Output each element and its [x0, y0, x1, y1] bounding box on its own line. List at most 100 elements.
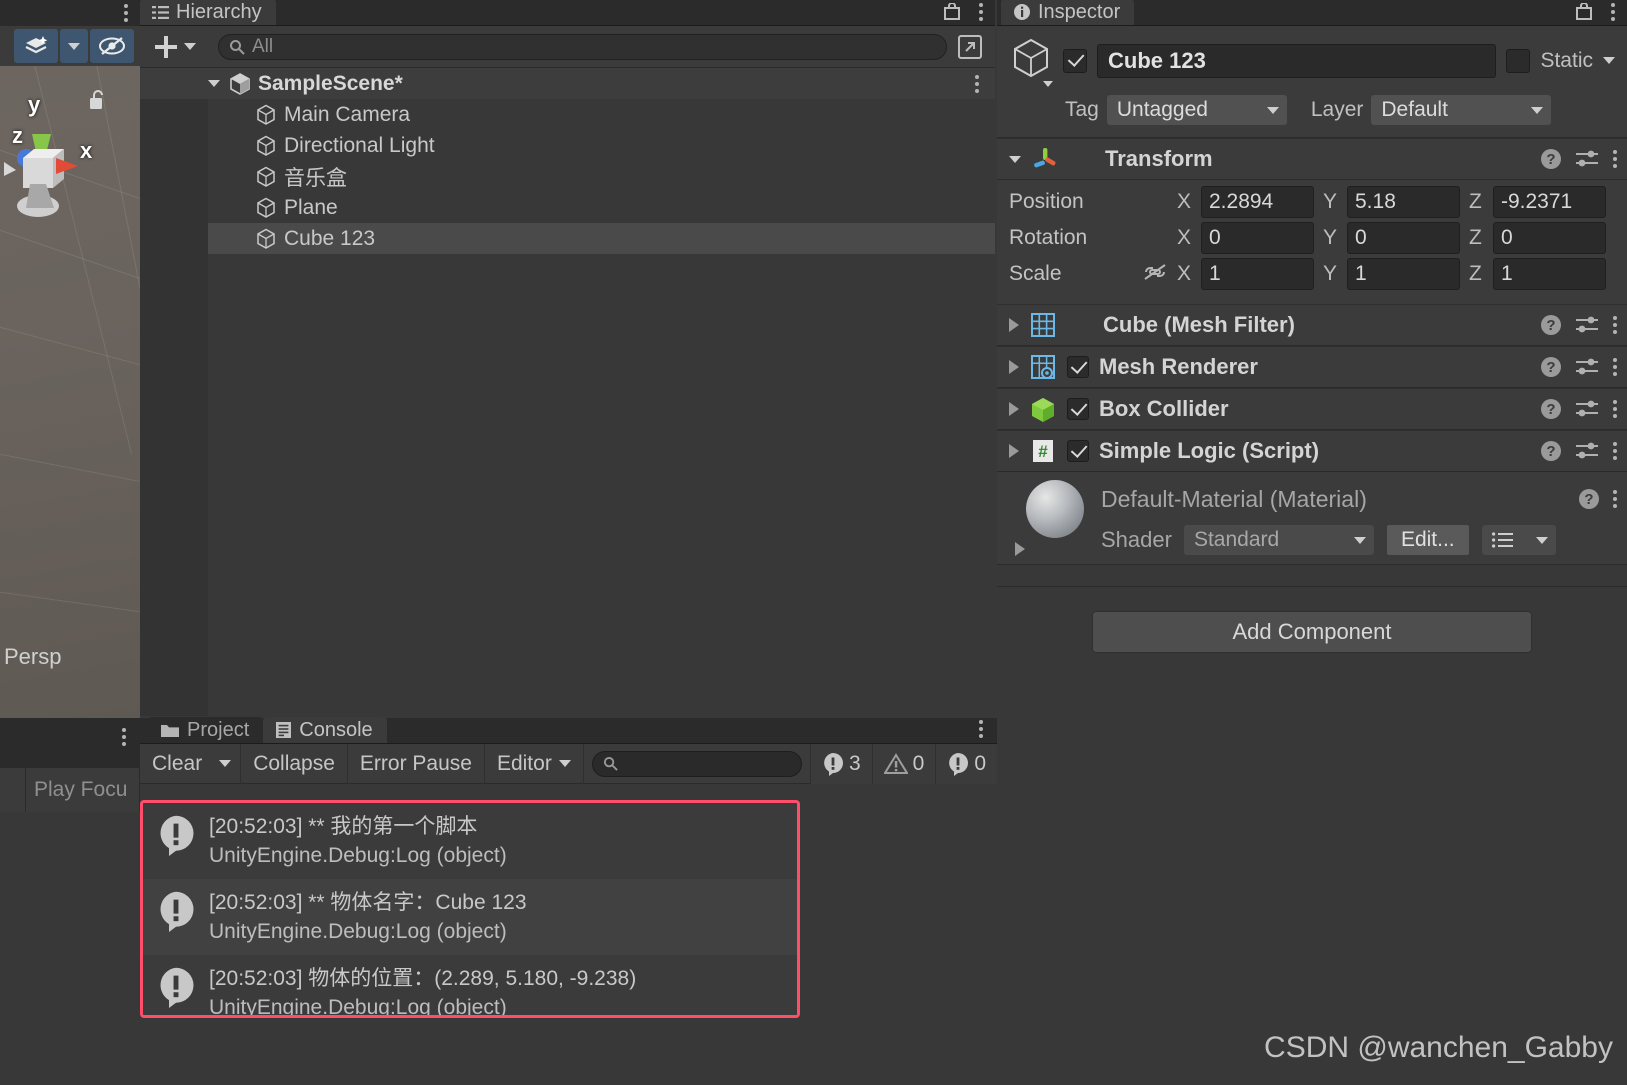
- console-clear-dropdown-caret-icon[interactable]: [210, 743, 242, 784]
- scale-y-input[interactable]: 1: [1347, 258, 1460, 290]
- scene-view-kebab-icon[interactable]: [124, 4, 128, 22]
- hierarchy-search-input[interactable]: All: [218, 33, 947, 60]
- hierarchy-item-music-box[interactable]: 音乐盒: [140, 161, 995, 192]
- mesh-filter-foldout-triangle-icon[interactable]: [1009, 318, 1019, 332]
- layer-dropdown[interactable]: Default: [1371, 95, 1552, 125]
- material-preset-dropdown[interactable]: [1481, 525, 1556, 555]
- scale-x-input[interactable]: 1: [1201, 258, 1314, 290]
- console-log-entry[interactable]: [20:52:03] ** 物体名字：Cube 123 UnityEngine.…: [143, 879, 797, 955]
- console-clear-button[interactable]: Clear: [140, 744, 210, 784]
- console-log-list[interactable]: [20:52:03] ** 我的第一个脚本 UnityEngine.Debug:…: [140, 800, 800, 1018]
- scene-projection-label[interactable]: Persp: [4, 644, 61, 670]
- material-foldout-triangle-icon[interactable]: [1015, 542, 1025, 556]
- simple-logic-preset-icon[interactable]: [1575, 441, 1599, 461]
- hierarchy-kebab-icon[interactable]: [979, 3, 983, 21]
- console-log-count-badge[interactable]: 3: [809, 743, 872, 784]
- console-error-count-badge[interactable]: 0: [935, 743, 997, 784]
- mesh-renderer-preset-icon[interactable]: [1575, 357, 1599, 377]
- tab-inspector[interactable]: Inspector: [1001, 0, 1135, 25]
- component-mesh-renderer[interactable]: Mesh Renderer ?: [997, 346, 1627, 388]
- position-z-input[interactable]: -9.2371: [1493, 186, 1606, 218]
- hierarchy-scene-kebab-icon[interactable]: [975, 74, 979, 93]
- mesh-renderer-foldout-triangle-icon[interactable]: [1009, 360, 1019, 374]
- scene-bottom-kebab-icon[interactable]: [122, 728, 126, 746]
- play-focus-left-segment[interactable]: [0, 768, 26, 812]
- static-dropdown-caret-icon[interactable]: [1603, 57, 1615, 64]
- component-box-collider[interactable]: Box Collider ?: [997, 388, 1627, 430]
- shader-dropdown[interactable]: Standard: [1183, 525, 1374, 555]
- hierarchy-tree[interactable]: SampleScene* Main Camera Directional Lig…: [140, 68, 995, 716]
- hierarchy-add-button[interactable]: [152, 33, 196, 61]
- console-error-pause-button[interactable]: Error Pause: [348, 743, 485, 784]
- console-editor-dropdown[interactable]: Editor: [485, 743, 584, 784]
- console-log-entry[interactable]: [20:52:03] ** 我的第一个脚本 UnityEngine.Debug:…: [143, 803, 797, 879]
- transform-kebab-icon[interactable]: [1613, 150, 1617, 168]
- simple-logic-foldout-triangle-icon[interactable]: [1009, 444, 1019, 458]
- transform-help-icon[interactable]: ?: [1541, 149, 1561, 169]
- scene-fx-icon[interactable]: [14, 29, 58, 63]
- console-warning-count-badge[interactable]: 0: [871, 743, 936, 784]
- scene-visibility-icon[interactable]: [90, 29, 134, 63]
- transform-preset-icon[interactable]: [1575, 149, 1599, 169]
- mesh-renderer-kebab-icon[interactable]: [1613, 358, 1617, 376]
- hierarchy-expand-window-icon[interactable]: [957, 34, 983, 60]
- material-help-icon[interactable]: ?: [1579, 489, 1599, 509]
- static-checkbox[interactable]: [1506, 48, 1531, 73]
- box-collider-enabled-checkbox[interactable]: [1067, 398, 1089, 420]
- mesh-filter-preset-icon[interactable]: [1575, 315, 1599, 335]
- hierarchy-item-cube-123[interactable]: Cube 123: [140, 223, 995, 254]
- hierarchy-lock-icon[interactable]: [943, 3, 963, 21]
- scene-view-panel: y z x Persp: [0, 0, 140, 718]
- object-name-input[interactable]: Cube 123: [1097, 43, 1497, 78]
- component-mesh-filter[interactable]: Cube (Mesh Filter) ?: [997, 304, 1627, 346]
- console-log-entry[interactable]: [20:52:03] 物体的位置：(2.289, 5.180, -9.238) …: [143, 955, 797, 1015]
- box-collider-help-icon[interactable]: ?: [1541, 399, 1561, 419]
- console-search-input[interactable]: [591, 750, 802, 777]
- object-enabled-checkbox[interactable]: [1063, 48, 1087, 73]
- hierarchy-scene-row[interactable]: SampleScene*: [140, 68, 995, 99]
- transform-foldout-triangle-icon[interactable]: [1009, 155, 1021, 163]
- scene-foldout-triangle-icon[interactable]: [208, 80, 220, 87]
- inspector-icon-caret[interactable]: [1043, 81, 1053, 87]
- mesh-renderer-help-icon[interactable]: ?: [1541, 357, 1561, 377]
- transform-component-header[interactable]: Transform ?: [997, 138, 1627, 180]
- inspector-lock-icon[interactable]: [1575, 3, 1595, 21]
- hierarchy-item-directional-light[interactable]: Directional Light: [140, 130, 995, 161]
- simple-logic-title: Simple Logic (Script): [1099, 438, 1320, 463]
- console-kebab-icon[interactable]: [979, 720, 997, 743]
- rotation-y-input[interactable]: 0: [1347, 222, 1460, 254]
- box-collider-kebab-icon[interactable]: [1613, 400, 1617, 418]
- shader-edit-button[interactable]: Edit...: [1385, 524, 1470, 556]
- position-y-input[interactable]: 5.18: [1347, 186, 1460, 218]
- scene-orientation-gizmo[interactable]: y z x: [4, 92, 124, 246]
- add-component-button[interactable]: Add Component: [1092, 611, 1532, 653]
- simple-logic-kebab-icon[interactable]: [1613, 442, 1617, 460]
- simple-logic-enabled-checkbox[interactable]: [1067, 440, 1089, 462]
- material-kebab-icon[interactable]: [1613, 490, 1617, 508]
- inspector-kebab-icon[interactable]: [1611, 3, 1615, 21]
- hierarchy-item-label: Cube 123: [284, 226, 376, 250]
- component-simple-logic-script[interactable]: # Simple Logic (Script) ?: [997, 430, 1627, 472]
- tab-console[interactable]: Console: [263, 717, 387, 743]
- rotation-z-input[interactable]: 0: [1493, 222, 1606, 254]
- simple-logic-help-icon[interactable]: ?: [1541, 441, 1561, 461]
- mesh-filter-kebab-icon[interactable]: [1613, 316, 1617, 334]
- hierarchy-item-plane[interactable]: Plane: [140, 192, 995, 223]
- hierarchy-tabstrip: Hierarchy: [140, 0, 995, 26]
- tab-hierarchy[interactable]: Hierarchy: [140, 0, 276, 25]
- tab-project[interactable]: Project: [148, 717, 264, 743]
- hierarchy-item-main-camera[interactable]: Main Camera: [140, 99, 995, 130]
- box-collider-preset-icon[interactable]: [1575, 399, 1599, 419]
- tag-dropdown[interactable]: Untagged: [1106, 95, 1287, 125]
- scene-viewport[interactable]: y z x Persp: [0, 66, 140, 718]
- box-collider-foldout-triangle-icon[interactable]: [1009, 402, 1019, 416]
- position-x-input[interactable]: 2.2894: [1201, 186, 1314, 218]
- scale-z-input[interactable]: 1: [1493, 258, 1606, 290]
- mesh-renderer-enabled-checkbox[interactable]: [1067, 356, 1089, 378]
- console-collapse-button[interactable]: Collapse: [241, 743, 348, 784]
- play-focus-bar[interactable]: Play Focu: [0, 768, 140, 812]
- constrain-proportions-off-icon[interactable]: [1141, 262, 1177, 287]
- scene-fx-dropdown-caret-icon[interactable]: [60, 29, 88, 63]
- mesh-filter-help-icon[interactable]: ?: [1541, 315, 1561, 335]
- rotation-x-input[interactable]: 0: [1201, 222, 1314, 254]
